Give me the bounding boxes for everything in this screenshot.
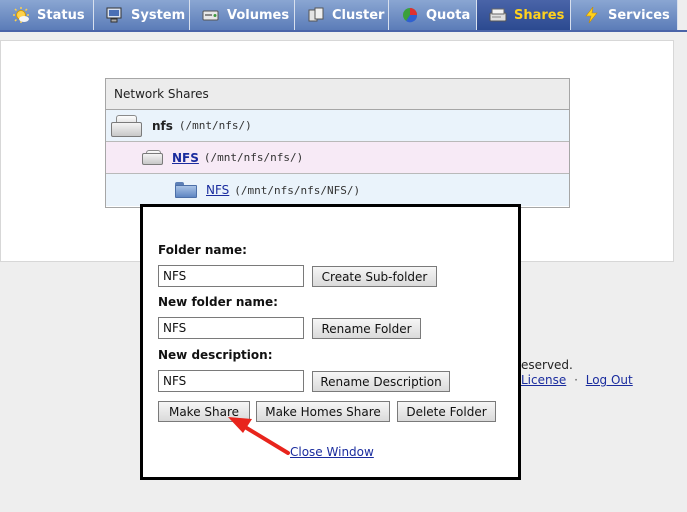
folder-name-label: Folder name: xyxy=(158,243,247,257)
share-folder-link[interactable]: NFS xyxy=(172,151,199,165)
create-subfolder-button[interactable]: Create Sub-folder xyxy=(312,266,437,287)
folder-icon xyxy=(175,182,197,198)
share-folder-link[interactable]: NFS xyxy=(206,183,229,197)
share-row-level1[interactable]: NFS (/mnt/nfs/nfs/) xyxy=(106,142,569,174)
cluster-icon xyxy=(307,7,325,23)
tab-volumes[interactable]: Volumes xyxy=(190,0,295,30)
main-tab-bar: Status System Volumes Cluster Quota Shar… xyxy=(0,0,687,32)
logout-link[interactable]: Log Out xyxy=(586,373,633,387)
folder-actions-popup: Folder name: Create Sub-folder New folde… xyxy=(140,204,521,480)
rename-folder-button[interactable]: Rename Folder xyxy=(312,318,421,339)
delete-folder-button[interactable]: Delete Folder xyxy=(397,401,496,422)
lightning-icon xyxy=(583,6,601,24)
make-homes-share-button[interactable]: Make Homes Share xyxy=(256,401,390,422)
tab-label: Shares xyxy=(514,7,565,23)
tab-system[interactable]: System xyxy=(94,0,190,30)
license-link[interactable]: License xyxy=(521,373,566,387)
footer-separator: · xyxy=(574,373,578,387)
tab-cluster[interactable]: Cluster xyxy=(295,0,389,30)
drive-icon xyxy=(489,7,507,23)
tab-quota[interactable]: Quota xyxy=(389,0,477,30)
pie-chart-icon xyxy=(401,7,419,23)
copyright-text: eserved. xyxy=(521,358,573,372)
drive-icon xyxy=(142,150,163,165)
tab-divider xyxy=(0,30,687,32)
share-path: (/mnt/nfs/) xyxy=(178,119,252,132)
network-shares-table: Network Shares nfs (/mnt/nfs/) NFS (/mnt… xyxy=(105,78,570,208)
new-description-input[interactable] xyxy=(158,370,304,392)
new-folder-name-label: New folder name: xyxy=(158,295,278,309)
make-share-button[interactable]: Make Share xyxy=(158,401,250,422)
tab-label: Quota xyxy=(426,7,471,23)
footer-links: License · Log Out xyxy=(521,373,633,387)
disk-icon xyxy=(202,7,220,23)
share-path: (/mnt/nfs/nfs/NFS/) xyxy=(234,183,361,197)
shares-table-header: Network Shares xyxy=(106,79,569,110)
tab-label: Volumes xyxy=(227,7,290,23)
close-window-link[interactable]: Close Window xyxy=(290,445,374,459)
tab-label: Services xyxy=(608,7,670,23)
share-row-level2[interactable]: NFS (/mnt/nfs/nfs/NFS/) xyxy=(106,174,569,206)
folder-name-input[interactable] xyxy=(158,265,304,287)
sun-icon xyxy=(12,7,30,23)
share-path: (/mnt/nfs/nfs/) xyxy=(203,151,304,164)
drive-icon xyxy=(111,114,142,137)
computer-icon xyxy=(106,7,124,23)
share-name: nfs xyxy=(152,118,173,133)
tab-services[interactable]: Services xyxy=(571,0,678,30)
tab-status[interactable]: Status xyxy=(0,0,94,30)
tab-shares[interactable]: Shares xyxy=(477,0,571,30)
tab-label: Status xyxy=(37,7,85,23)
new-description-label: New description: xyxy=(158,348,273,362)
rename-description-button[interactable]: Rename Description xyxy=(312,371,450,392)
tab-label: Cluster xyxy=(332,7,385,23)
tab-label: System xyxy=(131,7,186,23)
share-row-root[interactable]: nfs (/mnt/nfs/) xyxy=(106,110,569,142)
new-folder-name-input[interactable] xyxy=(158,317,304,339)
